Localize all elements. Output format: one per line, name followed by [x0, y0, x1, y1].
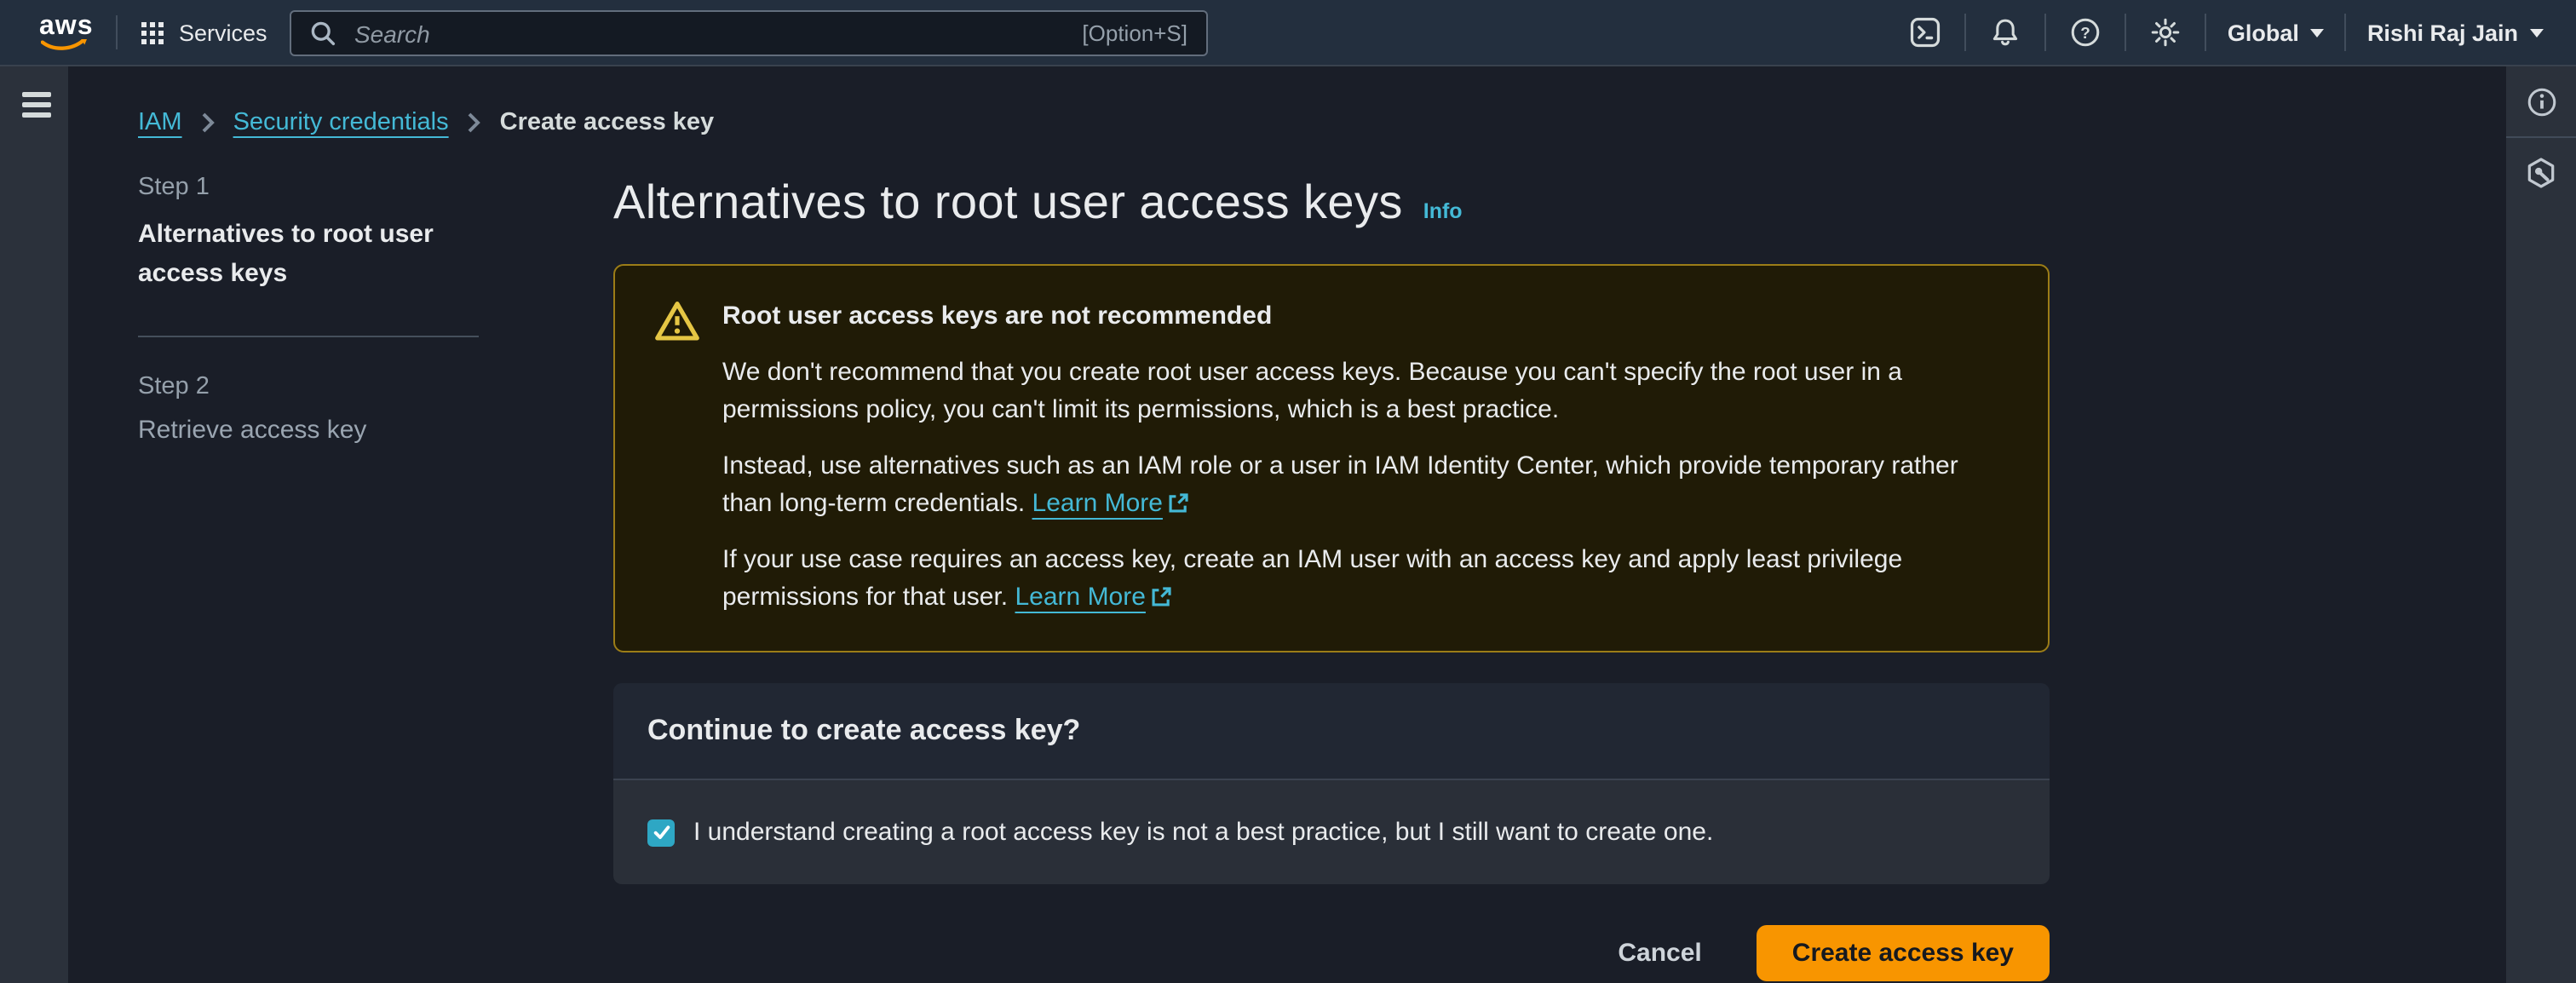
wizard-actions: Cancel Create access key — [613, 925, 2050, 981]
warning-title: Root user access keys are not recommende… — [722, 298, 2007, 336]
step1-title: Alternatives to root user access keys — [138, 215, 470, 293]
breadcrumb-iam-link[interactable]: IAM — [138, 109, 182, 136]
amazon-q-hexagon-icon — [2525, 157, 2557, 189]
right-tools-rail — [2506, 66, 2576, 983]
aws-console-window: aws Services [Option+S] — [0, 0, 2576, 983]
help-button[interactable]: ? — [2061, 7, 2112, 58]
container-header: Continue to create access key? — [613, 683, 2050, 779]
warning-paragraph-2: Instead, use alternatives such as an IAM… — [722, 448, 2007, 523]
page-title: Alternatives to root user access keys — [613, 175, 1403, 230]
account-name-label: Rishi Raj Jain — [2367, 20, 2518, 45]
warning-paragraph-1: We don't recommend that you create root … — [722, 354, 2007, 429]
search-input[interactable] — [351, 18, 1067, 49]
topbar-divider — [2205, 14, 2207, 51]
warning-triangle-icon — [654, 300, 700, 342]
topbar-right-group: ? Global Rishi Raj Jain — [1900, 7, 2576, 58]
account-menu[interactable]: Rishi Raj Jain — [2360, 20, 2550, 45]
breadcrumb-security-credentials-link[interactable]: Security credentials — [233, 109, 449, 136]
step2-title: Retrieve access key — [138, 416, 613, 445]
info-circle-icon — [2526, 86, 2556, 117]
main-content: IAM Security credentials Create access k… — [68, 66, 2506, 983]
search-shortcut-hint: [Option+S] — [1082, 20, 1187, 46]
region-selector[interactable]: Global — [2221, 20, 2332, 45]
step2-label: Step 2 — [138, 373, 613, 400]
topbar-divider — [1965, 14, 1967, 51]
topbar-divider — [2125, 14, 2127, 51]
step1-label: Step 1 — [138, 174, 613, 201]
learn-more-link-1[interactable]: Learn More — [1032, 489, 1190, 518]
services-label: Services — [179, 20, 267, 45]
acknowledge-checkbox[interactable] — [647, 819, 675, 846]
chevron-right-icon — [201, 112, 215, 133]
breadcrumb: IAM Security credentials Create access k… — [138, 109, 2506, 136]
info-link[interactable]: Info — [1423, 199, 1463, 223]
chevron-down-icon — [2311, 28, 2325, 37]
search-box[interactable]: [Option+S] — [290, 10, 1208, 56]
svg-text:?: ? — [2081, 25, 2091, 43]
hamburger-icon — [22, 92, 51, 96]
warning-alert: Root user access keys are not recommende… — [613, 264, 2050, 652]
breadcrumb-current-page: Create access key — [500, 109, 715, 136]
warning-paragraph-3: If your use case requires an access key,… — [722, 542, 2007, 617]
notifications-button[interactable] — [1981, 7, 2032, 58]
region-label: Global — [2228, 20, 2299, 45]
aws-logo[interactable]: aws — [39, 12, 90, 53]
external-link-icon — [1151, 586, 1173, 608]
services-grid-icon — [141, 21, 164, 43]
topbar-separator — [116, 15, 118, 49]
container-body: I understand creating a root access key … — [613, 779, 2050, 884]
checkmark-icon — [652, 823, 670, 842]
topbar-divider — [2345, 14, 2347, 51]
chevron-right-icon — [468, 112, 481, 133]
wizard-steps-nav: Step 1 Alternatives to root user access … — [138, 174, 613, 445]
left-navigation-rail — [0, 66, 68, 983]
cloudshell-button[interactable] — [1900, 7, 1952, 58]
settings-button[interactable] — [2141, 7, 2192, 58]
question-circle-icon: ? — [2071, 17, 2102, 48]
wizard-step-content: Alternatives to root user access keys In… — [613, 174, 2050, 981]
open-side-navigation-button[interactable] — [19, 89, 55, 126]
cancel-button[interactable]: Cancel — [1614, 928, 1705, 978]
amazon-q-panel-button[interactable] — [2506, 138, 2576, 208]
container-title: Continue to create access key? — [647, 714, 2015, 748]
top-navigation-bar: aws Services [Option+S] — [0, 0, 2576, 66]
search-icon — [310, 20, 336, 46]
topbar-divider — [2045, 14, 2047, 51]
chevron-down-icon — [2530, 28, 2544, 37]
aws-logo-text: aws — [39, 12, 94, 41]
info-panel-button[interactable] — [2506, 66, 2576, 136]
cloudshell-terminal-icon — [1911, 17, 1941, 48]
continue-container: Continue to create access key? I underst… — [613, 683, 2050, 884]
topbar-left-group: aws Services — [0, 0, 267, 65]
steps-divider — [138, 336, 479, 337]
learn-more-link-2[interactable]: Learn More — [1015, 583, 1173, 612]
create-access-key-button[interactable]: Create access key — [1757, 925, 2050, 981]
external-link-icon — [1168, 492, 1190, 514]
aws-smile-icon — [41, 39, 87, 55]
bell-icon — [1991, 17, 2021, 48]
services-menu-button[interactable]: Services — [141, 20, 267, 45]
gear-icon — [2151, 17, 2182, 48]
acknowledge-checkbox-label[interactable]: I understand creating a root access key … — [693, 818, 1713, 847]
